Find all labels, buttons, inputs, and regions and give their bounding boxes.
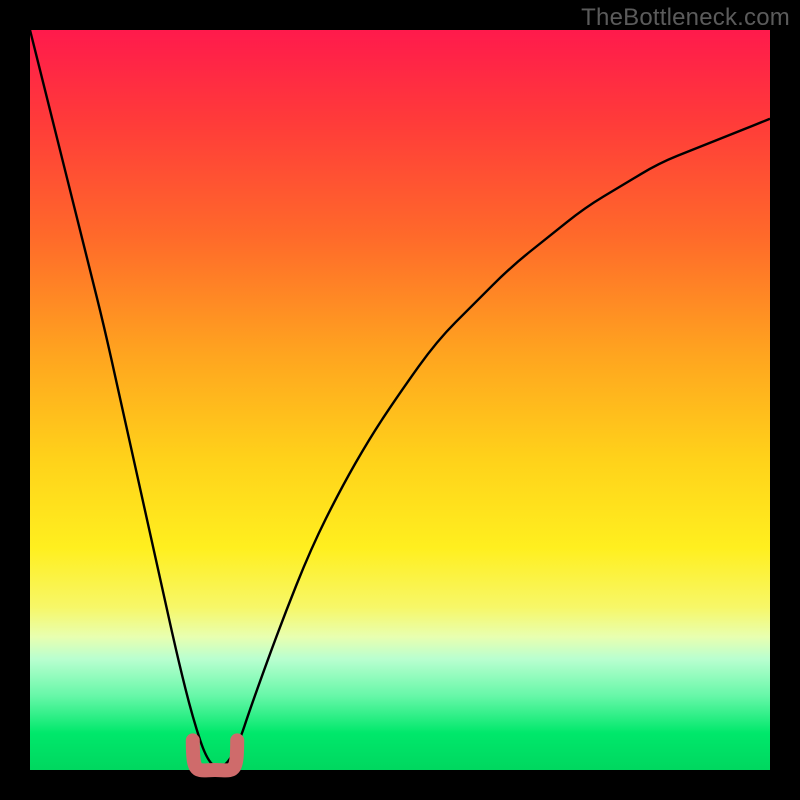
optimal-region-marker — [193, 740, 237, 770]
watermark-text: TheBottleneck.com — [581, 4, 790, 32]
bottleneck-curve — [30, 30, 770, 767]
chart-frame: TheBottleneck.com — [0, 0, 800, 800]
chart-svg-layer — [30, 30, 770, 770]
